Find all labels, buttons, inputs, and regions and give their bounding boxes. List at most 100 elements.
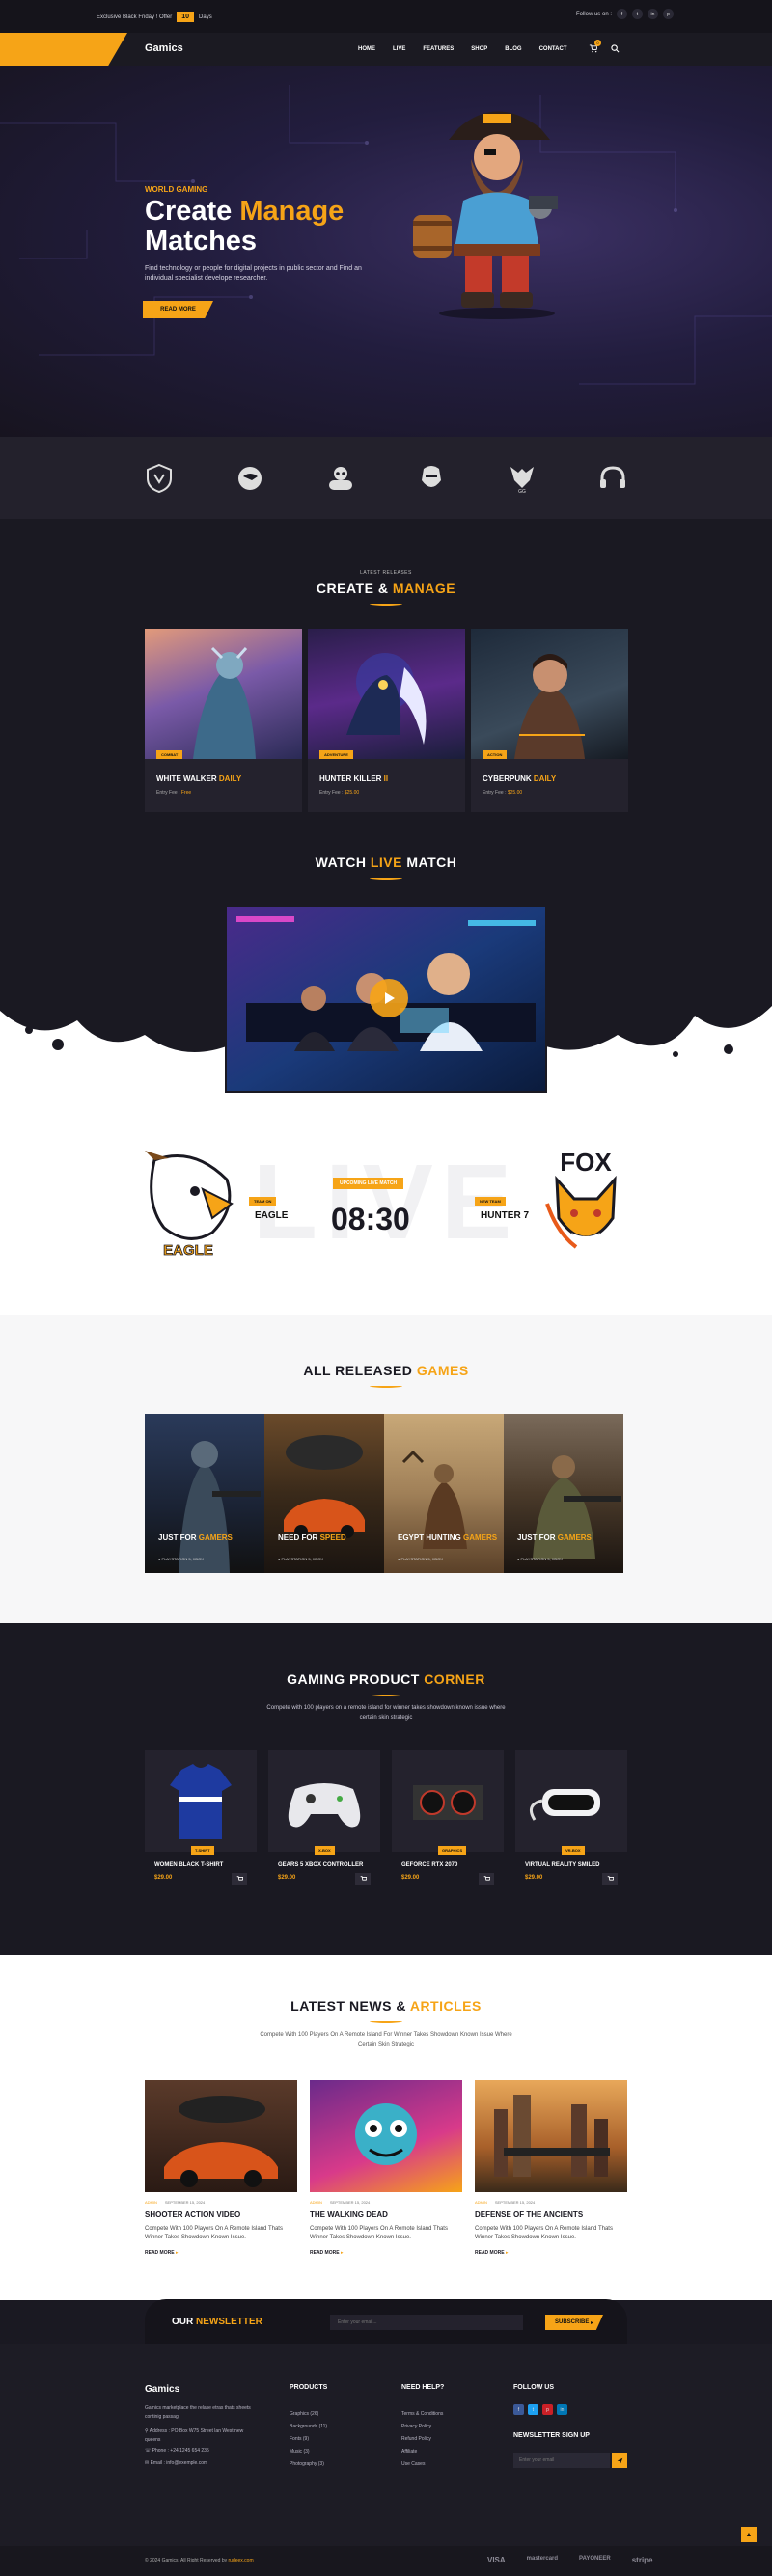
live-title-white: WATCH xyxy=(315,854,371,870)
game-meta-text: PLAYSTATION 5, XBOX xyxy=(161,1557,204,1561)
cart-icon xyxy=(483,1875,490,1881)
news-post[interactable]: ADMIN SEPTEMBER 15, 2024 THE WALKING DEAD… xyxy=(310,2080,462,2256)
card-title: CYBERPUNK DAILY xyxy=(482,774,556,783)
footer-link[interactable]: Affiliate xyxy=(401,2446,444,2458)
product-card[interactable]: VR-BOX VIRTUAL REALITY SMILED $29.00 xyxy=(515,1750,627,1885)
live-video-player[interactable] xyxy=(225,905,547,1093)
product-card[interactable]: GRAPHICS GEFORCE RTX 2070 $29.00 xyxy=(392,1750,504,1885)
news-post[interactable]: ADMIN SEPTEMBER 15, 2024 DEFENSE OF THE A… xyxy=(475,2080,627,2256)
product-card[interactable]: X-BOX GEARS 5 XBOX CONTROLLER $29.00 xyxy=(268,1750,380,1885)
hero-title-white: Create xyxy=(145,196,240,227)
post-author[interactable]: ADMIN xyxy=(145,2200,157,2205)
nav-features[interactable]: FEATURES xyxy=(423,46,454,52)
games-title-white: ALL RELEASED xyxy=(303,1363,417,1378)
cyberpunk-image xyxy=(471,629,628,759)
footer-link[interactable]: Photography (3) xyxy=(290,2458,327,2471)
releases-title-accent: MANAGE xyxy=(392,581,456,596)
game-platforms: ● PLAYSTATION 5, XBOX xyxy=(158,1557,204,1561)
play-button[interactable] xyxy=(370,979,408,1017)
footer-logo[interactable]: Gamics xyxy=(145,2384,261,2395)
footer-link[interactable]: Terms & Conditions xyxy=(401,2408,444,2421)
release-card[interactable]: COMBAT WHITE WALKER DAILY Entry Fee : Fr… xyxy=(145,629,302,812)
read-more-link[interactable]: READ MORE ▸ xyxy=(145,2250,297,2256)
nav-home[interactable]: HOME xyxy=(358,46,375,52)
help-heading: NEED HELP? xyxy=(401,2384,445,2391)
footer-email-input[interactable] xyxy=(513,2453,610,2468)
hunter-killer-image xyxy=(308,629,465,759)
post-author[interactable]: ADMIN xyxy=(310,2200,322,2205)
post-title[interactable]: THE WALKING DEAD xyxy=(310,2210,462,2219)
nav-contact[interactable]: CONTACT xyxy=(539,46,567,52)
facebook-icon[interactable]: f xyxy=(617,9,627,19)
game-meta-text: PLAYSTATION 5, XBOX xyxy=(400,1557,443,1561)
linkedin-icon[interactable]: in xyxy=(557,2404,567,2415)
email-text[interactable]: Email : info@exemple.com xyxy=(151,2460,208,2466)
facebook-icon[interactable]: f xyxy=(513,2404,524,2415)
payoneer-logo: PAYONEER xyxy=(579,2556,611,2562)
twitter-icon[interactable]: t xyxy=(632,9,643,19)
post-author[interactable]: ADMIN xyxy=(475,2200,487,2205)
title-underline xyxy=(370,876,402,880)
product-tag: VR-BOX xyxy=(562,1846,585,1855)
pinterest-icon[interactable]: p xyxy=(663,9,674,19)
copyright-link[interactable]: rudeex.com xyxy=(229,2558,254,2563)
nav-shop[interactable]: SHOP xyxy=(471,46,487,52)
news-description: Compete With 100 Players On A Remote Isl… xyxy=(260,2032,512,2047)
product-name: GEFORCE RTX 2070 xyxy=(401,1862,458,1868)
footer-link[interactable]: Privacy Policy xyxy=(401,2421,444,2433)
product-card[interactable]: T-SHIRT WOMEN BLACK T-SHIRT $29.00 xyxy=(145,1750,257,1885)
search-icon[interactable] xyxy=(611,44,620,55)
footer-link[interactable]: Backgrounds (11) xyxy=(290,2421,327,2433)
footer-link[interactable]: Refund Policy xyxy=(401,2433,444,2446)
game-card[interactable]: JUST FOR GAMERS ● PLAYSTATION 5, XBOX xyxy=(504,1414,623,1573)
footer-link[interactable]: Use Cases xyxy=(401,2458,444,2471)
add-to-cart-button[interactable] xyxy=(602,1873,618,1885)
post-title[interactable]: DEFENSE OF THE ANCIENTS xyxy=(475,2210,627,2219)
newsletter-email-input[interactable] xyxy=(330,2315,523,2330)
game-card[interactable]: JUST FOR GAMERS ● PLAYSTATION 5, XBOX xyxy=(145,1414,264,1573)
cart-icon[interactable]: 0 xyxy=(589,40,601,55)
hero-title-line2: Matches xyxy=(145,226,258,257)
pinterest-icon[interactable]: p xyxy=(542,2404,553,2415)
game-title-white: NEED FOR xyxy=(278,1533,320,1542)
read-more-link[interactable]: READ MORE ▸ xyxy=(475,2250,627,2256)
hero: WORLD GAMING Create Manage Matches Find … xyxy=(0,66,772,437)
days-count: 10 xyxy=(177,12,195,22)
headset-icon xyxy=(600,465,625,488)
release-card[interactable]: ACTION CYBERPUNK DAILY Entry Fee : $25.0… xyxy=(471,629,628,812)
footer-link[interactable]: Fonts (9) xyxy=(290,2433,327,2446)
add-to-cart-button[interactable] xyxy=(479,1873,494,1885)
footer-link[interactable]: Music (3) xyxy=(290,2446,327,2458)
hero-read-more-button[interactable]: READ MORE xyxy=(143,301,213,318)
post-excerpt: Compete With 100 Players On A Remote Isl… xyxy=(145,2226,283,2240)
release-card[interactable]: ADVENTURE HUNTER KILLER II Entry Fee : $… xyxy=(308,629,465,812)
footer-link[interactable]: Graphics (26) xyxy=(290,2408,327,2421)
game-card[interactable]: NEED FOR SPEED ● PLAYSTATION 5, XBOX xyxy=(264,1414,384,1573)
twitter-icon[interactable]: t xyxy=(528,2404,538,2415)
game-meta-text: PLAYSTATION 5, XBOX xyxy=(281,1557,323,1561)
promo-text: Exclusive Black Friday ! Offer xyxy=(96,14,173,20)
linkedin-icon[interactable]: in xyxy=(648,9,658,19)
post-title[interactable]: SHOOTER ACTION VIDEO xyxy=(145,2210,297,2219)
read-more-link[interactable]: READ MORE ▸ xyxy=(310,2250,462,2256)
products-title-accent: CORNER xyxy=(424,1671,485,1687)
subscribe-button[interactable]: SUBSCRIBE ▸ xyxy=(545,2315,603,2330)
footer-signup-button[interactable] xyxy=(612,2453,627,2468)
add-to-cart-button[interactable] xyxy=(355,1873,371,1885)
back-to-top-button[interactable]: ▲ xyxy=(741,2527,757,2542)
days-label: Days xyxy=(199,14,212,20)
game-title-white: JUST FOR xyxy=(158,1533,199,1542)
news-post[interactable]: ADMIN SEPTEMBER 15, 2024 SHOOTER ACTION V… xyxy=(145,2080,297,2256)
newsletter-title: OUR NEWSLETTER xyxy=(172,2317,262,2327)
svg-text:GG: GG xyxy=(518,489,526,494)
game-meta-text: PLAYSTATION 5, XBOX xyxy=(520,1557,563,1561)
game-card[interactable]: EGYPT HUNTING GAMERS ● PLAYSTATION 5, XB… xyxy=(384,1414,504,1573)
site-logo[interactable]: Gamics xyxy=(145,42,183,54)
live-match: LIVE EAGLE TEAM ON EAGLE UPCOMING LIVE M… xyxy=(0,900,772,1315)
add-to-cart-button[interactable] xyxy=(232,1873,247,1885)
entry-value: $25.00 xyxy=(344,790,360,796)
post-meta: ADMIN SEPTEMBER 15, 2024 xyxy=(145,2200,297,2205)
nav-live[interactable]: LIVE xyxy=(393,46,405,52)
nav-blog[interactable]: BLOG xyxy=(505,46,521,52)
product-tag: GRAPHICS xyxy=(438,1846,467,1855)
